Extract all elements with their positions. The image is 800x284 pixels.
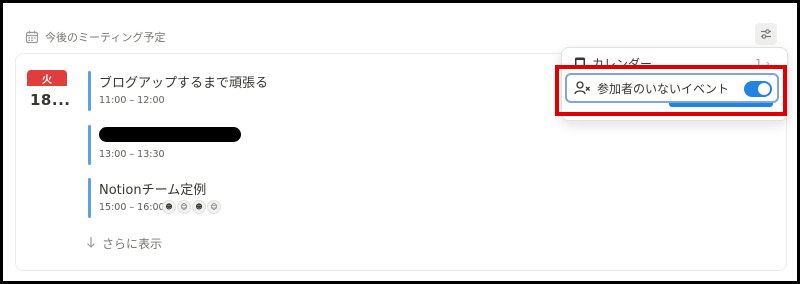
show-more-button[interactable]: さらに表示 xyxy=(86,235,162,252)
attendee-avatars: ☻ ☺ ☻ ☺ xyxy=(162,200,221,214)
event-time: 11:00 – 12:00 xyxy=(99,95,165,106)
event-title: ブログアップするまで頑張る xyxy=(99,76,269,91)
event-title: Notionチーム定例 xyxy=(99,183,207,198)
settings-button[interactable] xyxy=(755,23,777,45)
avatar: ☺ xyxy=(207,200,221,214)
redacted-title xyxy=(99,127,241,142)
event-item[interactable]: ブログアップするまで頑張る 11:00 – 12:00 xyxy=(88,71,488,111)
section-title: 今後のミーティング予定 xyxy=(45,31,166,44)
event-time: 13:00 – 13:30 xyxy=(99,149,165,160)
avatar: ☺ xyxy=(177,200,191,214)
highlight-annotation xyxy=(555,65,787,116)
widget-frame: 今後のミーティング予定 火 18... ブログアップするまで頑張る 11:00 … xyxy=(3,3,797,281)
avatar: ☻ xyxy=(192,200,206,214)
event-item[interactable]: 13:00 – 13:30 xyxy=(88,125,488,165)
sliders-icon xyxy=(760,25,772,44)
date-weekday: 火 xyxy=(27,70,67,86)
event-color-bar xyxy=(88,71,91,111)
event-time: 15:00 – 16:00 xyxy=(99,202,165,213)
calendar-icon xyxy=(25,30,39,44)
date-badge: 火 18... xyxy=(27,70,71,114)
event-color-bar xyxy=(88,125,91,165)
date-day: 18... xyxy=(30,91,71,109)
section-header: 今後のミーティング予定 xyxy=(25,27,165,47)
event-item[interactable]: Notionチーム定例 15:00 – 16:00 ☻ ☺ ☻ ☺ xyxy=(88,178,488,218)
arrow-down-icon xyxy=(86,236,96,251)
event-color-bar xyxy=(88,178,91,218)
show-more-label: さらに表示 xyxy=(102,237,163,251)
avatar: ☻ xyxy=(162,200,176,214)
